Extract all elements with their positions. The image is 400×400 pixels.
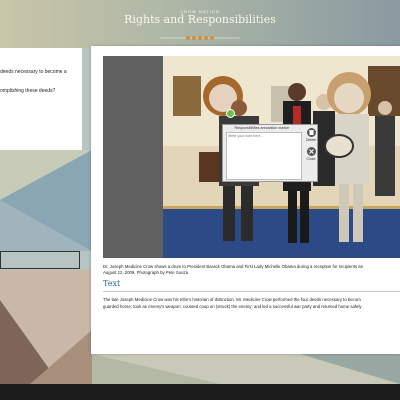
annotation-marker-pin[interactable]: [226, 109, 235, 118]
annotation-popup: Responsibilities annotation marker Delet…: [222, 124, 318, 182]
delete-label: Delete: [305, 138, 317, 142]
question-card: deeds necessary to become a omplishing t…: [0, 48, 82, 150]
caption-line-2: August 12, 2009. Photograph by Pete Souz…: [103, 270, 189, 275]
question-line-1: deeds necessary to become a: [0, 69, 67, 75]
annotation-note-field[interactable]: [226, 132, 302, 180]
photo-caption: Dr. Joseph Medicine Crow shows a drum to…: [103, 264, 363, 276]
answer-input-box[interactable]: [0, 251, 80, 269]
body-line-1: The late Joseph Medicine Crow was his tr…: [103, 297, 361, 302]
ornament-divider-icon: [160, 36, 240, 40]
image-left-margin: [103, 56, 163, 258]
question-line-2: omplishing these deeds?: [0, 88, 56, 94]
delete-button[interactable]: Delete: [305, 128, 317, 142]
body-text: The late Joseph Medicine Crow was his tr…: [103, 296, 362, 310]
page-header: CROW NATION Rights and Responsibilities: [0, 0, 400, 48]
section-divider: [103, 291, 400, 292]
trash-icon: [306, 128, 316, 137]
title-ornament: [0, 28, 400, 46]
page-footer: [0, 384, 400, 400]
body-line-2: guarded horse; took an enemy's weapon; c…: [103, 304, 362, 309]
section-title: Text: [103, 279, 121, 288]
close-label: Close: [306, 157, 316, 161]
close-icon: [306, 147, 316, 156]
close-button[interactable]: Close: [305, 147, 317, 161]
page-title: Rights and Responsibilities: [124, 13, 276, 26]
annotation-header: Responsibilities annotation marker: [234, 126, 290, 130]
